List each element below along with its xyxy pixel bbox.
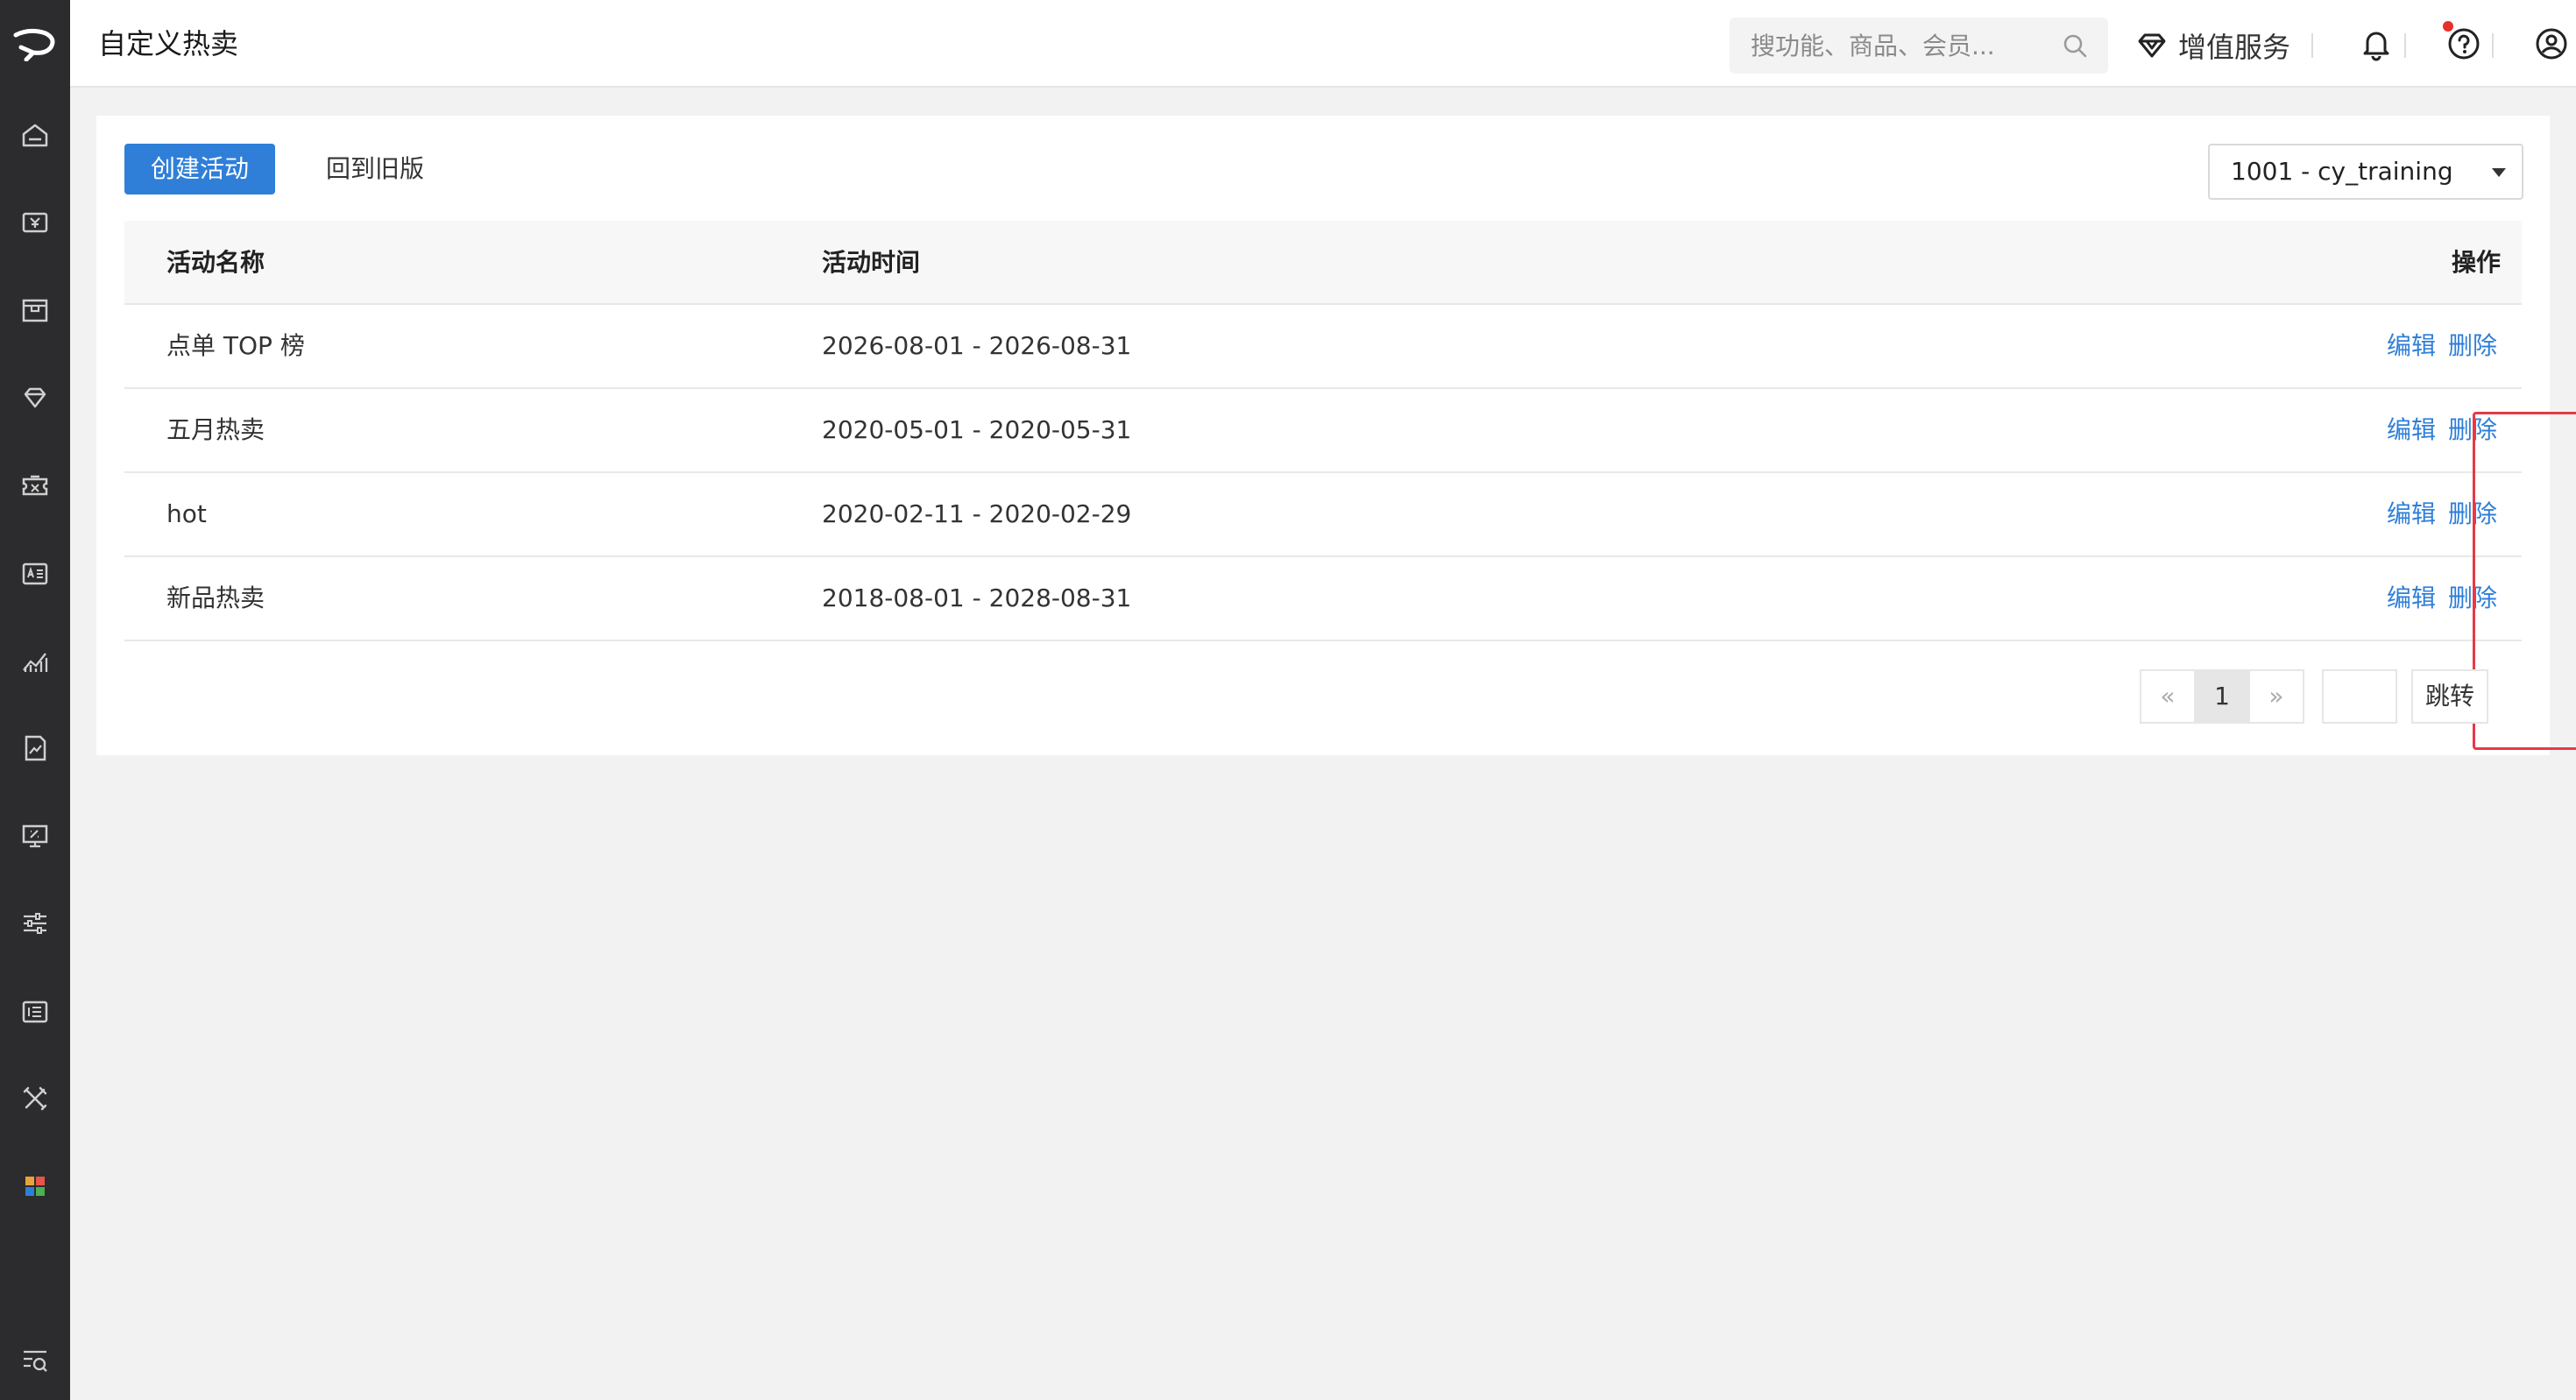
top-bar: 自定义热卖 增值服务 <box>70 0 2576 88</box>
menu-search-icon[interactable] <box>18 1342 53 1377</box>
main-panel: 创建活动 回到旧版 1001 - cy_training 活动名称 活动时间 操… <box>96 116 2576 755</box>
delete-link[interactable]: 删除 <box>2448 499 2497 528</box>
edit-link[interactable]: 编辑 <box>2387 331 2436 360</box>
tools-icon[interactable] <box>18 1081 53 1116</box>
activity-name: 五月热卖 <box>166 415 265 444</box>
create-activity-button[interactable]: 创建活动 <box>124 144 275 194</box>
user-icon[interactable] <box>2534 26 2569 61</box>
caret-down-icon <box>2492 168 2506 177</box>
activity-time: 2020-02-11 - 2020-02-29 <box>822 499 1132 528</box>
bell-icon[interactable] <box>2359 26 2394 61</box>
page-jump-input[interactable] <box>2322 669 2397 724</box>
diamond-icon <box>2138 33 2166 58</box>
delete-link[interactable]: 删除 <box>2448 583 2497 612</box>
row-actions: 编辑 删除 <box>2374 305 2497 387</box>
table-row: 五月热卖 2020-05-01 - 2020-05-31 编辑 删除 <box>124 389 2522 473</box>
activity-name: hot <box>166 499 207 528</box>
activity-name: 新品热卖 <box>166 583 265 612</box>
table-row: hot 2020-02-11 - 2020-02-29 编辑 删除 <box>124 473 2522 557</box>
activity-time: 2026-08-01 - 2026-08-31 <box>822 331 1132 360</box>
delete-link[interactable]: 删除 <box>2448 415 2497 444</box>
store-select[interactable]: 1001 - cy_training <box>2208 144 2523 200</box>
diamond-icon[interactable] <box>18 380 53 415</box>
sliders-icon[interactable] <box>18 906 53 941</box>
report-icon[interactable] <box>18 731 53 766</box>
value-added-services-label: 增值服务 <box>2178 31 2291 64</box>
prev-page-button[interactable]: « <box>2140 669 2196 724</box>
page-jump-button[interactable]: 跳转 <box>2411 669 2488 724</box>
value-added-services-button[interactable]: 增值服务 <box>2134 23 2290 68</box>
search-box[interactable] <box>1730 18 2108 74</box>
logo-icon <box>13 28 55 61</box>
search-input[interactable] <box>1730 18 2063 74</box>
table-header: 活动名称 活动时间 操作 <box>124 221 2522 305</box>
next-page-button[interactable]: » <box>2248 669 2304 724</box>
store-icon[interactable] <box>18 293 53 328</box>
page-number-button[interactable]: 1 <box>2194 669 2250 724</box>
delete-link[interactable]: 删除 <box>2448 331 2497 360</box>
table-row: 新品热卖 2018-08-01 - 2028-08-31 编辑 删除 <box>124 557 2522 641</box>
yen-card-icon[interactable] <box>18 205 53 240</box>
column-header-name: 活动名称 <box>166 248 265 277</box>
activity-name: 点单 TOP 榜 <box>166 331 305 360</box>
logo[interactable] <box>0 0 70 88</box>
edit-link[interactable]: 编辑 <box>2387 499 2436 528</box>
apps-icon[interactable] <box>18 1169 53 1204</box>
row-actions: 编辑 删除 <box>2374 473 2497 555</box>
row-actions: 编辑 删除 <box>2374 389 2497 471</box>
divider <box>2404 33 2406 58</box>
member-card-icon[interactable] <box>18 555 53 590</box>
table-row: 点单 TOP 榜 2026-08-01 - 2026-08-31 编辑 删除 <box>124 305 2522 389</box>
activity-time: 2020-05-01 - 2020-05-31 <box>822 415 1132 444</box>
divider <box>2492 33 2494 58</box>
help-icon[interactable] <box>2446 26 2481 61</box>
row-actions: 编辑 删除 <box>2374 557 2497 640</box>
divider <box>2311 33 2313 58</box>
coupon-icon[interactable] <box>18 468 53 503</box>
search-icon[interactable] <box>2061 32 2089 60</box>
store-select-value: 1001 - cy_training <box>2231 157 2453 186</box>
page-title: 自定义热卖 <box>98 27 239 60</box>
edit-link[interactable]: 编辑 <box>2387 415 2436 444</box>
column-header-time: 活动时间 <box>822 248 921 277</box>
home-icon[interactable] <box>18 117 53 152</box>
finance-icon[interactable] <box>18 993 53 1029</box>
activity-table: 活动名称 活动时间 操作 点单 TOP 榜 2026-08-01 - 2026-… <box>124 221 2522 641</box>
monitor-icon[interactable] <box>18 818 53 853</box>
chart-icon[interactable] <box>18 643 53 678</box>
activity-time: 2018-08-01 - 2028-08-31 <box>822 583 1132 612</box>
column-header-actions: 操作 <box>2451 248 2501 277</box>
edit-link[interactable]: 编辑 <box>2387 583 2436 612</box>
sidebar <box>0 0 70 1400</box>
back-to-old-version-link[interactable]: 回到旧版 <box>326 144 424 194</box>
